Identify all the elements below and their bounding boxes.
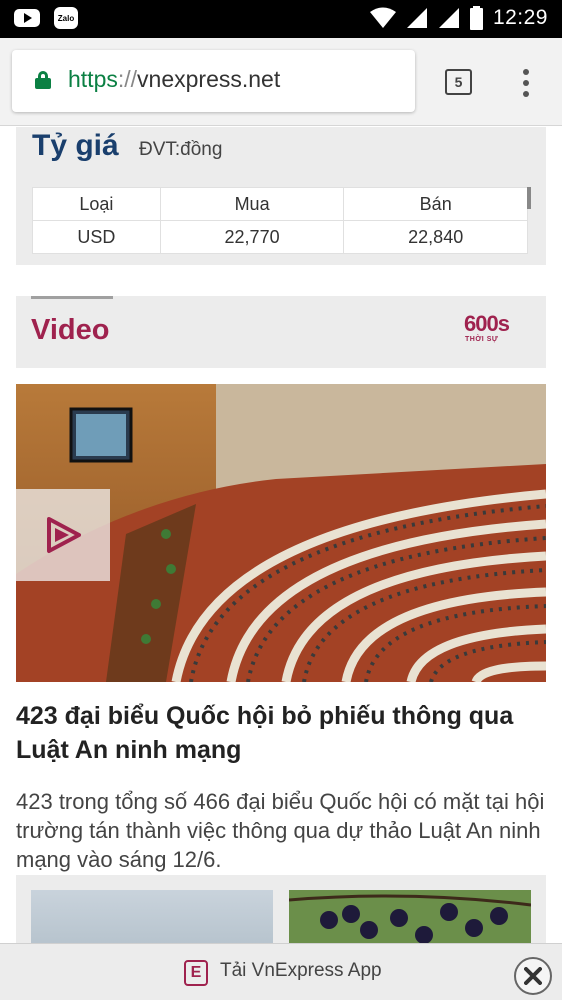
article-description[interactable]: 423 trong tổng số 466 đại biểu Quốc hội … [16,787,546,874]
600s-logo[interactable]: 600s THỜI SỰ [464,311,530,347]
exchange-rate-unit: ĐVT:đồng [139,139,223,160]
browser-toolbar: https://vnexpress.net 5 [0,38,562,126]
lock-icon [35,71,51,89]
600s-logo-number: 600s [464,311,510,336]
column-header-sell: Bán [343,187,528,221]
play-button[interactable] [16,489,110,581]
status-bar: Zalo 12:29 [0,0,562,38]
youtube-notification-icon [14,9,40,27]
url-host: vnexpress.net [137,66,281,92]
related-article-thumbnail-2[interactable] [288,890,532,943]
url-scheme: https [68,66,118,92]
video-thumbnail[interactable] [16,384,546,682]
table-scrollbar[interactable] [527,187,531,209]
vnexpress-app-icon: E [184,960,208,986]
related-thumbnails [16,875,546,943]
cell-sell: 22,840 [343,220,528,254]
signal-icon [406,8,427,28]
signal-icon-2 [438,8,459,28]
play-icon [47,517,81,553]
zalo-notification-icon: Zalo [54,7,78,29]
cell-buy: 22,770 [159,220,345,254]
column-header-buy: Mua [159,187,345,221]
exchange-rate-table: Loại Mua Bán USD 22,770 22,840 [32,187,528,254]
page-content: Tỷ giá ĐVT:đồng Loại Mua Bán USD 22,770 … [0,127,562,943]
video-section-header: Video 600s THỜI SỰ [16,296,546,368]
close-banner-button[interactable] [514,957,552,995]
600s-logo-subtitle: THỜI SỰ [465,336,499,343]
address-bar[interactable]: https://vnexpress.net [12,50,415,112]
table-header-row: Loại Mua Bán [32,187,528,221]
video-section-title[interactable]: Video [31,314,109,347]
clock: 12:29 [492,6,548,29]
battery-icon [469,6,483,30]
table-row: USD 22,770 22,840 [32,220,528,254]
cell-currency: USD [32,220,161,254]
url-text[interactable]: https://vnexpress.net [68,66,280,93]
app-download-banner[interactable]: E Tải VnExpress App [0,943,562,1000]
app-banner-text[interactable]: Tải VnExpress App [220,960,382,982]
section-divider [31,296,113,299]
column-header-type: Loại [32,187,161,221]
tab-switcher-button[interactable]: 5 [445,69,472,95]
exchange-rate-box: Tỷ giá ĐVT:đồng Loại Mua Bán USD 22,770 … [16,127,546,265]
related-article-thumbnail-1[interactable] [31,890,273,943]
fruit-image [288,890,532,943]
url-separator: :// [117,66,138,92]
close-icon [524,967,542,985]
wifi-icon [369,7,396,28]
exchange-rate-title: Tỷ giá [32,129,119,162]
overflow-menu-button[interactable] [516,66,536,100]
article-headline[interactable]: 423 đại biểu Quốc hội bỏ phiếu thông qua… [16,699,546,767]
